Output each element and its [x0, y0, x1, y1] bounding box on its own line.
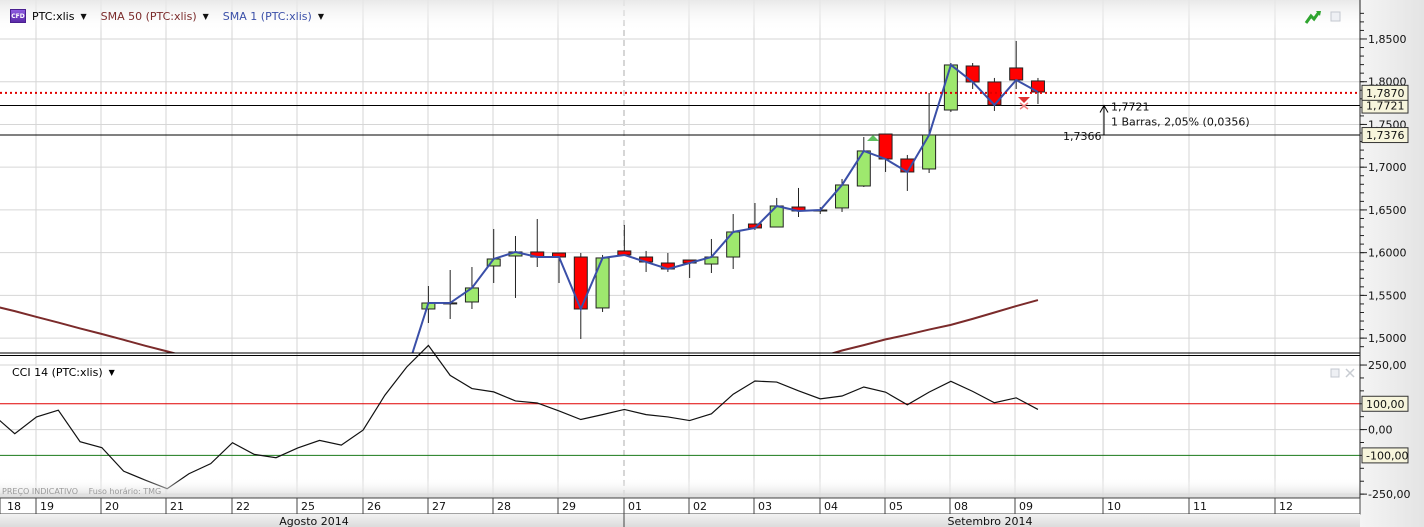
symbol-selector[interactable]: CFD PTC:xlis ▼ [10, 9, 87, 23]
candle [769, 197, 784, 228]
candle-body [769, 205, 784, 228]
measure-top-label: 1,7721 [1111, 101, 1150, 114]
candle [747, 202, 762, 231]
symbol-label: PTC:xlis [32, 9, 75, 23]
date-label-27: 27 [432, 500, 446, 513]
cci-lower-tag-text: -100,00 [1366, 449, 1408, 462]
date-label-26: 26 [367, 500, 381, 513]
date-label-20: 20 [105, 500, 119, 513]
candle-body [878, 133, 893, 160]
candle [443, 270, 458, 319]
candle [508, 235, 523, 298]
candle [530, 218, 545, 268]
cci-selector[interactable]: CCI 14 (PTC:xlis) ▼ [10, 366, 117, 379]
cci-upper-tag: 100,00 [1361, 395, 1409, 412]
caret-down-icon: ▼ [108, 368, 115, 377]
cci-tick-label: -250,00 [1368, 488, 1410, 501]
date-label-22: 22 [236, 500, 250, 513]
price-pane[interactable]: 1,7721 1 Barras, 2,05% (0,0356) 1,7366 [0, 40, 1360, 371]
restore-icon[interactable] [1330, 11, 1341, 22]
level-tag-low-text: 1,7376 [1366, 129, 1405, 142]
date-label-10: 10 [1107, 500, 1121, 513]
date-label-28: 28 [497, 500, 511, 513]
caret-down-icon: ▼ [80, 11, 87, 21]
candle [617, 224, 632, 256]
candle [943, 62, 958, 112]
cci-restore-icon[interactable] [1330, 368, 1340, 378]
date-label-12: 12 [1279, 500, 1293, 513]
chart-legend: CFD PTC:xlis ▼ SMA 50 (PTC:xlis) ▼ SMA 1… [10, 9, 338, 23]
footer-note: PREÇO INDICATIVO Fuso horário: TMG [2, 487, 169, 496]
month-label: Agosto 2014 [279, 515, 349, 527]
sma50-label: SMA 50 (PTC:xlis) [100, 9, 197, 23]
sma50-selector[interactable]: SMA 50 (PTC:xlis) ▼ [101, 10, 209, 23]
candle-body [1009, 67, 1024, 81]
indicative-price-label: PREÇO INDICATIVO [2, 487, 79, 496]
date-label-02: 02 [693, 500, 707, 513]
cci-close-icon[interactable] [1345, 368, 1355, 378]
cci-pane[interactable] [0, 344, 1360, 490]
date-label-01: 01 [628, 500, 642, 513]
sma1-selector[interactable]: SMA 1 (PTC:xlis) ▼ [223, 10, 324, 23]
candle [965, 62, 980, 89]
sma1-label: SMA 1 (PTC:xlis) [222, 9, 312, 23]
cci-lower-tag: -100,00 [1361, 447, 1409, 464]
date-label-18: 18 [7, 500, 21, 513]
date-label-09: 09 [1019, 500, 1033, 513]
sma1-line [411, 63, 1039, 353]
last-price-tag: 1,7870 [1361, 84, 1409, 101]
price-tick-label: 1,5500 [1368, 289, 1407, 302]
month-axis-bg [0, 514, 1360, 527]
candle-body [595, 257, 610, 309]
date-label-21: 21 [170, 500, 184, 513]
timezone-label: Fuso horário: TMG [88, 487, 162, 496]
cci-upper-tag-text: 100,00 [1366, 398, 1405, 411]
buy-signal-icon [867, 135, 879, 141]
date-label-29: 29 [562, 500, 576, 513]
candle [595, 254, 610, 312]
last-price-tag-text: 1,7870 [1366, 87, 1405, 100]
measure-summary: 1 Barras, 2,05% (0,0356) [1111, 116, 1250, 129]
level-tag-high-text: 1,7721 [1366, 100, 1405, 113]
date-axis-bg [0, 497, 1361, 515]
date-label-03: 03 [758, 500, 772, 513]
candle-body [943, 64, 958, 111]
date-label-19: 19 [40, 500, 54, 513]
month-label: Setembro 2014 [947, 515, 1032, 527]
date-label-08: 08 [954, 500, 968, 513]
cci-label: CCI 14 (PTC:xlis) [12, 366, 103, 379]
cci-bottom-shade [0, 478, 1360, 498]
date-label-11: 11 [1193, 500, 1207, 513]
caret-down-icon: ▼ [317, 11, 324, 21]
cci-line [0, 344, 1039, 490]
price-tick-label: 1,7000 [1368, 161, 1407, 174]
candle-body [573, 256, 588, 310]
date-label-04: 04 [824, 500, 838, 513]
grid [0, 0, 1360, 498]
candle [791, 187, 806, 218]
level-tag-low: 1,7376 [1361, 127, 1409, 144]
candle [726, 214, 741, 269]
caret-down-icon: ▼ [202, 11, 209, 21]
chart-canvas[interactable]: 1,7721 1 Barras, 2,05% (0,0356) 1,7366 1,8… [0, 0, 1424, 527]
cci-tick-label: 250,00 [1368, 359, 1407, 372]
measure-bottom-label: 1,7366 [1063, 130, 1102, 143]
candle-body [922, 134, 937, 170]
candle [856, 137, 871, 188]
cfd-badge-icon: CFD [10, 9, 26, 23]
date-axis[interactable]: 18 19 20 21 22 25 26 27 28 29 01 02 03 04 05 08 09 10 11 12… [0, 497, 1361, 527]
sma50-line [0, 306, 178, 353]
candle-body [835, 184, 850, 209]
date-label-25: 25 [301, 500, 315, 513]
candle [486, 228, 501, 283]
price-plot [0, 40, 1360, 353]
price-tick-label: 1,8500 [1368, 33, 1407, 46]
price-tick-label: 1,6000 [1368, 247, 1407, 260]
date-label-05: 05 [889, 500, 903, 513]
price-tick-label: 1,6500 [1368, 204, 1407, 217]
price-tick-label: 1,5000 [1368, 332, 1407, 345]
sell-signal-icon [1018, 97, 1030, 103]
candle [878, 133, 893, 172]
cci-tick-label: 0,00 [1368, 424, 1393, 437]
